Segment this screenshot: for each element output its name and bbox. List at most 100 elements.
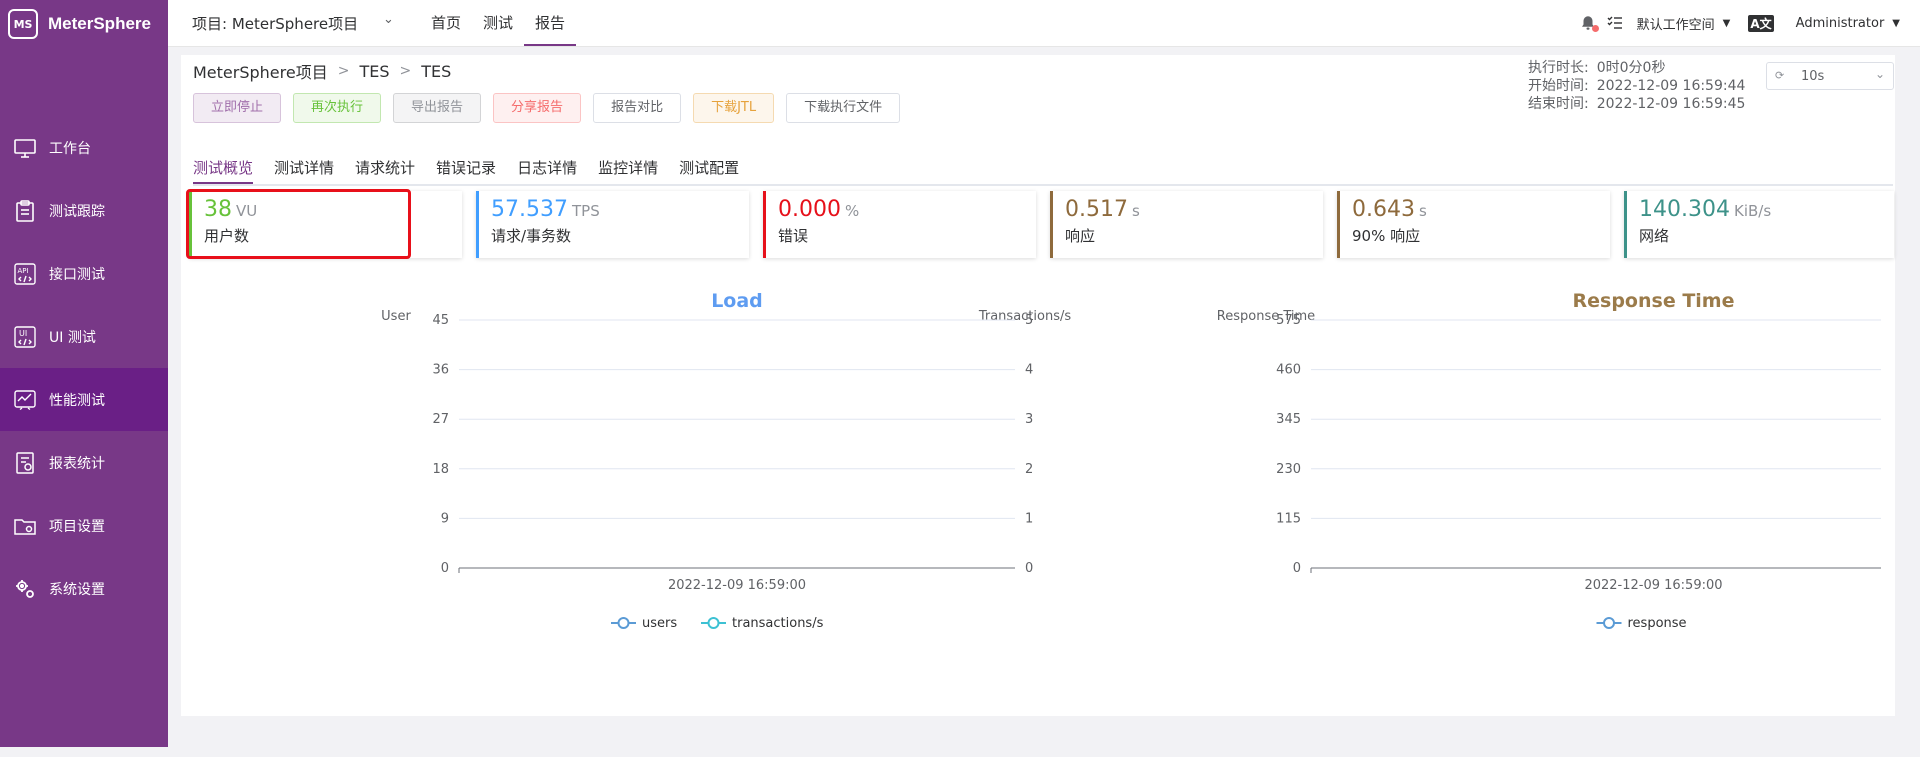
- legend-marker: [1603, 617, 1615, 629]
- gears-icon: [13, 577, 37, 601]
- ui-icon: UI: [13, 325, 37, 349]
- tab-request-stats[interactable]: 请求统计: [355, 153, 415, 184]
- chevron-down-icon[interactable]: ⌄: [383, 12, 394, 27]
- metric-value: 140.304: [1639, 197, 1730, 222]
- metric-value: 0.000: [778, 197, 841, 222]
- metric-unit: KiB/s: [1733, 202, 1772, 220]
- tab-details[interactable]: 测试详情: [274, 153, 334, 184]
- sidebar-nav: 工作台 测试跟踪 API 接口测试 UI UI 测试 性能测试 报表统计 项目设…: [0, 116, 168, 620]
- metric-unit: %: [844, 202, 860, 220]
- y-tick-label: 9: [441, 511, 449, 526]
- language-icon[interactable]: A文: [1748, 14, 1774, 32]
- y-tick-label: 575: [1276, 313, 1301, 328]
- header-right: 默认工作空间 ▼ A文 Administrator ▼: [1579, 0, 1900, 46]
- y-tick-label: 345: [1276, 412, 1301, 427]
- duration-label: 执行时长:: [1528, 60, 1589, 76]
- refresh-interval-select[interactable]: ⟳ 10s ⌄: [1766, 62, 1894, 90]
- sidebar-item-label: 项目设置: [49, 518, 105, 535]
- sidebar-item-api-test[interactable]: API 接口测试: [0, 242, 168, 305]
- logo[interactable]: MS MeterSphere: [8, 6, 151, 42]
- metric-label: 网络: [1639, 227, 1670, 245]
- breadcrumb-project[interactable]: MeterSphere项目: [193, 59, 328, 83]
- y-tick-label: 27: [432, 412, 449, 427]
- sidebar-item-test-track[interactable]: 测试跟踪: [0, 179, 168, 242]
- user-menu[interactable]: Administrator: [1796, 16, 1885, 31]
- tab-overview[interactable]: 测试概览: [193, 153, 254, 184]
- breadcrumb-report: TES: [421, 61, 452, 81]
- workspace-selector[interactable]: 默认工作空间: [1637, 14, 1715, 33]
- caret-down-icon[interactable]: ▼: [1723, 18, 1731, 29]
- sidebar-item-performance-test[interactable]: 性能测试: [0, 368, 168, 431]
- breadcrumb-separator-icon: >: [337, 63, 350, 79]
- metric-label: 90% 响应: [1352, 227, 1421, 245]
- chart-title: Response Time: [1573, 290, 1735, 312]
- caret-down-icon[interactable]: ▼: [1892, 18, 1900, 29]
- compare-report-button[interactable]: 报告对比: [593, 93, 682, 123]
- y-tick-label-right: 2: [1025, 462, 1033, 477]
- project-selector[interactable]: 项目: MeterSphere项目: [192, 13, 358, 34]
- sidebar: MS MeterSphere 工作台 测试跟踪 API 接口测试 UI UI 测…: [0, 0, 168, 747]
- metric-label: 错误: [778, 227, 809, 245]
- metric-card-response: 0.517 s 响应: [1050, 191, 1323, 258]
- y-tick-label-right: 3: [1025, 412, 1033, 427]
- tab-monitor[interactable]: 监控详情: [598, 153, 658, 184]
- y-tick-label: 230: [1276, 462, 1301, 477]
- export-report-button[interactable]: 导出报告: [393, 93, 482, 123]
- sidebar-item-ui-test[interactable]: UI UI 测试: [0, 305, 168, 368]
- metric-card-network: 140.304 KiB/s 网络: [1624, 191, 1894, 258]
- svg-text:API: API: [18, 267, 29, 275]
- y-tick-label: 18: [432, 462, 449, 477]
- y-tick-label: 0: [441, 561, 449, 576]
- topnav-report[interactable]: 报告: [524, 0, 577, 46]
- svg-text:UI: UI: [19, 329, 27, 338]
- tab-errors[interactable]: 错误记录: [436, 153, 496, 184]
- notification-dot: [1591, 25, 1599, 32]
- tab-logs[interactable]: 日志详情: [517, 153, 577, 184]
- chart-title: Load: [711, 290, 763, 312]
- metric-value: 0.517: [1065, 197, 1128, 222]
- sidebar-item-label: 报表统计: [49, 455, 105, 472]
- sidebar-item-project-settings[interactable]: 项目设置: [0, 494, 168, 557]
- share-report-button[interactable]: 分享报告: [493, 93, 582, 123]
- y-tick-label-right: 5: [1025, 313, 1033, 328]
- bell-icon[interactable]: [1579, 14, 1599, 32]
- download-files-button[interactable]: 下载执行文件: [786, 93, 901, 123]
- topnav-test[interactable]: 测试: [472, 0, 524, 46]
- clipboard-icon: [13, 199, 37, 223]
- duration-value: 0时0分0秒: [1596, 60, 1666, 76]
- sidebar-item-label: 工作台: [49, 140, 91, 157]
- x-tick-label: 2022-12-09 16:59:00: [668, 578, 806, 593]
- time-info: 执行时长: 0时0分0秒 开始时间: 2022-12-09 16:59:44 结束时…: [1528, 59, 1745, 113]
- metric-value: 0.643: [1352, 197, 1415, 222]
- top-nav: 首页 测试 报告: [420, 0, 577, 46]
- download-jtl-button[interactable]: 下载JTL: [693, 93, 775, 123]
- task-list-icon[interactable]: [1607, 15, 1623, 31]
- stop-button[interactable]: 立即停止: [193, 93, 282, 123]
- breadcrumb-separator-icon: >: [399, 63, 412, 79]
- sidebar-item-workbench[interactable]: 工作台: [0, 116, 168, 179]
- x-tick-label: 2022-12-09 16:59:00: [1584, 578, 1722, 593]
- legend-label: users: [642, 616, 677, 631]
- breadcrumb-test[interactable]: TES: [359, 62, 389, 81]
- end-label: 结束时间:: [1528, 96, 1589, 112]
- sidebar-item-label: 接口测试: [49, 266, 105, 283]
- top-header: 项目: MeterSphere项目 ⌄ 首页 测试 报告 默认工作空间 ▼ A文…: [168, 0, 1920, 47]
- metric-unit: s: [1131, 202, 1140, 220]
- y-tick-label-right: 4: [1025, 363, 1033, 378]
- sidebar-item-label: 系统设置: [49, 581, 105, 598]
- tab-config[interactable]: 测试配置: [679, 153, 739, 184]
- sidebar-item-report-stats[interactable]: 报表统计: [0, 431, 168, 494]
- monitor-icon: [13, 136, 37, 160]
- sidebar-item-system-settings[interactable]: 系统设置: [0, 557, 168, 620]
- metric-card-errors: 0.000% 错误: [763, 191, 1036, 258]
- rerun-button[interactable]: 再次执行: [293, 93, 382, 123]
- load-chart: LoadUser Transactions/s091827364501234520…: [381, 290, 1071, 631]
- metric-label: 响应: [1065, 227, 1096, 245]
- logo-text: MeterSphere: [48, 14, 151, 33]
- metric-card-p90-response: 0.643 s 90% 响应: [1337, 191, 1610, 258]
- report-tabs: 测试概览 测试详情 请求统计 错误记录 日志详情 监控详情 测试配置: [193, 153, 1893, 186]
- legend-marker: [617, 617, 630, 629]
- topnav-home[interactable]: 首页: [420, 0, 472, 46]
- end-value: 2022-12-09 16:59:45: [1596, 96, 1746, 112]
- api-icon: API: [13, 262, 37, 286]
